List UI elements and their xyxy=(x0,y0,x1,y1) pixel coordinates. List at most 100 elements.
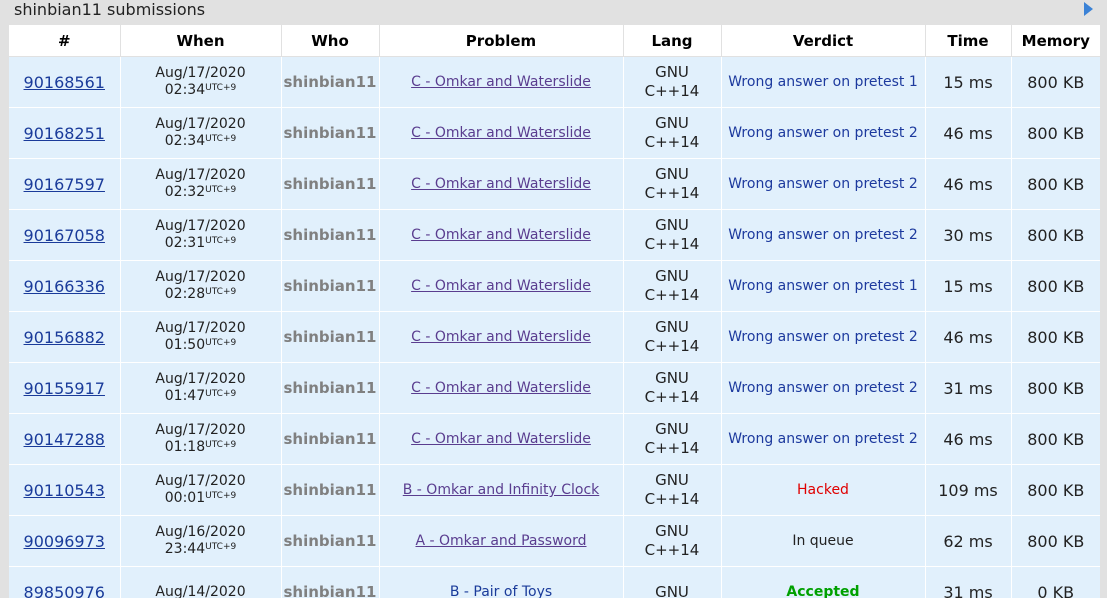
submission-date: Aug/16/2020 xyxy=(155,524,246,540)
cell-when: Aug/17/2020 02:34UTC+9 xyxy=(120,56,282,108)
col-header-when[interactable]: When xyxy=(120,25,282,57)
verdict-text: In queue xyxy=(792,533,854,549)
cell-who: shinbian11 xyxy=(281,413,380,465)
cell-who: shinbian11 xyxy=(281,209,380,261)
memory-usage: 800 KB xyxy=(1027,123,1085,143)
cell-verdict: Accepted xyxy=(721,566,926,598)
author-link[interactable]: shinbian11 xyxy=(284,532,377,550)
problem-link[interactable]: C - Omkar and Waterslide xyxy=(411,176,591,192)
cell-id: 90168561 xyxy=(9,56,121,108)
cell-time: 46 ms xyxy=(925,413,1012,465)
submission-id-link[interactable]: 90166336 xyxy=(24,277,105,296)
cell-who: shinbian11 xyxy=(281,107,380,159)
col-header-lang[interactable]: Lang xyxy=(623,25,722,57)
author-link[interactable]: shinbian11 xyxy=(284,73,377,91)
cell-verdict: Wrong answer on pretest 1 xyxy=(721,260,926,312)
memory-usage: 800 KB xyxy=(1027,480,1085,500)
exec-time: 31 ms xyxy=(943,378,993,398)
exec-time: 109 ms xyxy=(938,480,998,500)
timezone-label: UTC+9 xyxy=(205,542,237,552)
cell-verdict: Hacked xyxy=(721,464,926,516)
cell-lang: GNU C++14 xyxy=(623,107,722,159)
submission-date: Aug/17/2020 xyxy=(155,65,246,81)
col-header-time[interactable]: Time xyxy=(925,25,1012,57)
submission-id-link[interactable]: 89850976 xyxy=(24,583,105,598)
author-link[interactable]: shinbian11 xyxy=(284,124,377,142)
submission-date: Aug/14/2020 xyxy=(155,583,246,598)
submissions-table-container: # When Who Problem Lang Verdict Time Mem… xyxy=(9,25,1100,598)
author-link[interactable]: shinbian11 xyxy=(284,430,377,448)
cell-when: Aug/17/2020 02:34UTC+9 xyxy=(120,107,282,159)
col-header-id[interactable]: # xyxy=(9,25,121,57)
lang-line1: GNU xyxy=(655,582,689,598)
submission-id-link[interactable]: 90167597 xyxy=(24,175,105,194)
author-link[interactable]: shinbian11 xyxy=(284,379,377,397)
table-row: 90156882 Aug/17/2020 01:50UTC+9 shinbian… xyxy=(9,311,1100,363)
problem-link[interactable]: A - Omkar and Password xyxy=(415,533,586,549)
cell-time: 15 ms xyxy=(925,260,1012,312)
author-link[interactable]: shinbian11 xyxy=(284,226,377,244)
submission-id-link[interactable]: 90155917 xyxy=(24,379,105,398)
submission-time: 02:34 xyxy=(164,133,206,149)
submission-id-link[interactable]: 90168561 xyxy=(24,73,105,92)
lang-line2: C++14 xyxy=(644,82,700,100)
cell-problem: C - Omkar and Waterslide xyxy=(379,56,624,108)
timezone-label: UTC+9 xyxy=(205,236,237,246)
author-link[interactable]: shinbian11 xyxy=(284,277,377,295)
col-header-who[interactable]: Who xyxy=(281,25,380,57)
cell-problem: C - Omkar and Waterslide xyxy=(379,209,624,261)
expand-arrow-icon[interactable] xyxy=(1084,2,1093,16)
problem-link[interactable]: C - Omkar and Waterslide xyxy=(411,74,591,90)
lang-line1: GNU xyxy=(655,420,689,438)
submission-id-link[interactable]: 90096973 xyxy=(24,532,105,551)
col-header-verdict[interactable]: Verdict xyxy=(721,25,926,57)
lang-line2: C++14 xyxy=(644,133,700,151)
cell-lang: GNU C++14 xyxy=(623,464,722,516)
problem-link[interactable]: C - Omkar and Waterslide xyxy=(411,227,591,243)
lang-line1: GNU xyxy=(655,369,689,387)
problem-link[interactable]: C - Omkar and Waterslide xyxy=(411,329,591,345)
submission-time: 00:01 xyxy=(164,490,206,506)
cell-when: Aug/17/2020 02:31UTC+9 xyxy=(120,209,282,261)
submission-time-wrap: 01:50UTC+9 xyxy=(121,337,281,354)
lang-line1: GNU xyxy=(655,63,689,81)
problem-link[interactable]: C - Omkar and Waterslide xyxy=(411,431,591,447)
submission-time: 01:50 xyxy=(164,337,206,353)
submission-id-link[interactable]: 90156882 xyxy=(24,328,105,347)
lang-line2: C++14 xyxy=(644,235,700,253)
cell-id: 90168251 xyxy=(9,107,121,159)
cell-memory: 800 KB xyxy=(1011,158,1100,210)
problem-link[interactable]: B - Omkar and Infinity Clock xyxy=(403,482,600,498)
cell-time: 15 ms xyxy=(925,56,1012,108)
problem-link[interactable]: C - Omkar and Waterslide xyxy=(411,380,591,396)
author-link[interactable]: shinbian11 xyxy=(284,481,377,499)
col-header-problem[interactable]: Problem xyxy=(379,25,624,57)
memory-usage: 800 KB xyxy=(1027,72,1085,92)
author-link[interactable]: shinbian11 xyxy=(284,175,377,193)
col-header-memory[interactable]: Memory xyxy=(1011,25,1100,57)
cell-lang: GNU C++14 xyxy=(623,56,722,108)
cell-id: 90147288 xyxy=(9,413,121,465)
submission-id-link[interactable]: 90110543 xyxy=(24,481,105,500)
cell-verdict: Wrong answer on pretest 2 xyxy=(721,362,926,414)
submission-id-link[interactable]: 90167058 xyxy=(24,226,105,245)
submission-id-link[interactable]: 90147288 xyxy=(24,430,105,449)
table-row: 90155917 Aug/17/2020 01:47UTC+9 shinbian… xyxy=(9,362,1100,414)
problem-link[interactable]: B - Pair of Toys xyxy=(450,584,552,598)
cell-verdict: Wrong answer on pretest 2 xyxy=(721,311,926,363)
problem-link[interactable]: C - Omkar and Waterslide xyxy=(411,125,591,141)
author-link[interactable]: shinbian11 xyxy=(284,583,377,598)
exec-time: 15 ms xyxy=(943,72,993,92)
lang-line1: GNU xyxy=(655,318,689,336)
cell-memory: 800 KB xyxy=(1011,311,1100,363)
cell-verdict: Wrong answer on pretest 1 xyxy=(721,56,926,108)
submission-id-link[interactable]: 90168251 xyxy=(24,124,105,143)
author-link[interactable]: shinbian11 xyxy=(284,328,377,346)
table-row: 90096973 Aug/16/2020 23:44UTC+9 shinbian… xyxy=(9,515,1100,567)
submission-time: 02:34 xyxy=(164,82,206,98)
problem-link[interactable]: C - Omkar and Waterslide xyxy=(411,278,591,294)
submission-time-wrap: 02:34UTC+9 xyxy=(121,133,281,150)
submission-date: Aug/17/2020 xyxy=(155,473,246,489)
submission-time-wrap: 01:47UTC+9 xyxy=(121,388,281,405)
submission-date: Aug/17/2020 xyxy=(155,116,246,132)
